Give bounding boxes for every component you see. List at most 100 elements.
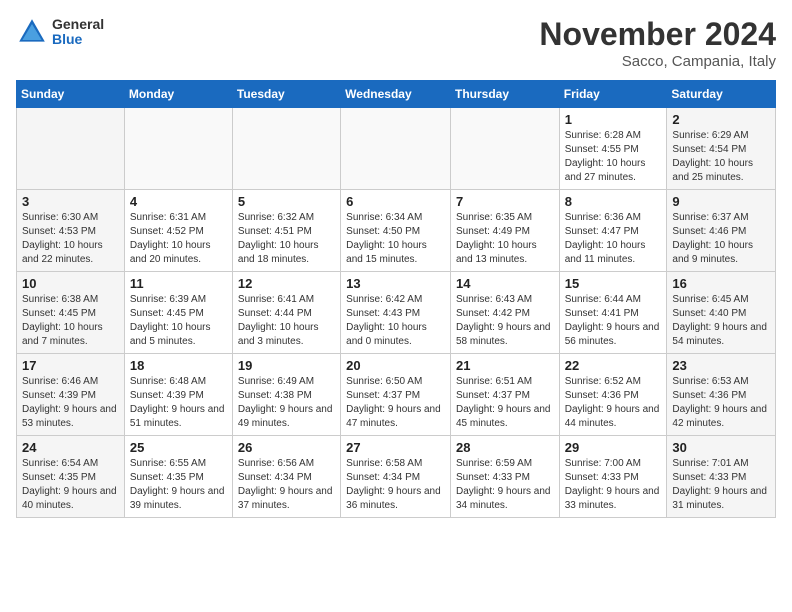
calendar-cell: 26 Sunrise: 6:56 AM Sunset: 4:34 PM Dayli… — [232, 436, 340, 518]
weekday-header-friday: Friday — [559, 81, 667, 108]
calendar-cell: 29 Sunrise: 7:00 AM Sunset: 4:33 PM Dayli… — [559, 436, 667, 518]
day-number: 22 — [565, 358, 662, 373]
weekday-header-tuesday: Tuesday — [232, 81, 340, 108]
day-number: 7 — [456, 194, 554, 209]
day-info: Sunrise: 6:41 AM Sunset: 4:44 PM Dayligh… — [238, 293, 335, 349]
day-number: 16 — [672, 276, 770, 291]
day-info: Sunrise: 6:50 AM Sunset: 4:37 PM Dayligh… — [346, 375, 445, 431]
calendar-cell: 1Sunrise: 6:28 AM Sunset: 4:55 PM Daylig… — [559, 108, 667, 190]
calendar-cell: 30 Sunrise: 7:01 AM Sunset: 4:33 PM Dayli… — [667, 436, 776, 518]
day-info: Sunrise: 6:56 AM Sunset: 4:34 PM Dayligh… — [238, 457, 335, 513]
calendar-cell: 27 Sunrise: 6:58 AM Sunset: 4:34 PM Dayli… — [341, 436, 451, 518]
day-number: 12 — [238, 276, 335, 291]
day-info: Sunrise: 6:39 AM Sunset: 4:45 PM Dayligh… — [130, 293, 227, 349]
calendar-week-1: 1Sunrise: 6:28 AM Sunset: 4:55 PM Daylig… — [17, 108, 776, 190]
day-info: Sunrise: 6:42 AM Sunset: 4:43 PM Dayligh… — [346, 293, 445, 349]
calendar-cell: 12 Sunrise: 6:41 AM Sunset: 4:44 PM Dayli… — [232, 272, 340, 354]
weekday-header-monday: Monday — [124, 81, 232, 108]
calendar-cell: 17 Sunrise: 6:46 AM Sunset: 4:39 PM Dayli… — [17, 354, 125, 436]
calendar-cell — [17, 108, 125, 190]
day-number: 17 — [22, 358, 119, 373]
day-number: 23 — [672, 358, 770, 373]
calendar-cell: 6 Sunrise: 6:34 AM Sunset: 4:50 PM Daylig… — [341, 190, 451, 272]
calendar-cell: 4 Sunrise: 6:31 AM Sunset: 4:52 PM Daylig… — [124, 190, 232, 272]
calendar-cell: 11 Sunrise: 6:39 AM Sunset: 4:45 PM Dayli… — [124, 272, 232, 354]
day-number: 29 — [565, 440, 662, 455]
day-number: 6 — [346, 194, 445, 209]
weekday-header-wednesday: Wednesday — [341, 81, 451, 108]
calendar-cell: 13 Sunrise: 6:42 AM Sunset: 4:43 PM Dayli… — [341, 272, 451, 354]
day-number: 11 — [130, 276, 227, 291]
calendar-cell: 14Sunrise: 6:43 AM Sunset: 4:42 PM Dayli… — [450, 272, 559, 354]
day-number: 3 — [22, 194, 119, 209]
day-number: 4 — [130, 194, 227, 209]
day-number: 24 — [22, 440, 119, 455]
calendar-cell: 3Sunrise: 6:30 AM Sunset: 4:53 PM Daylig… — [17, 190, 125, 272]
calendar-cell: 21Sunrise: 6:51 AM Sunset: 4:37 PM Dayli… — [450, 354, 559, 436]
day-number: 5 — [238, 194, 335, 209]
day-info: Sunrise: 6:34 AM Sunset: 4:50 PM Dayligh… — [346, 211, 445, 267]
day-info: Sunrise: 7:00 AM Sunset: 4:33 PM Dayligh… — [565, 457, 662, 513]
day-info: Sunrise: 6:54 AM Sunset: 4:35 PM Dayligh… — [22, 457, 119, 513]
location: Sacco, Campania, Italy — [539, 53, 776, 70]
title-area: November 2024 Sacco, Campania, Italy — [539, 16, 776, 70]
calendar-cell: 18Sunrise: 6:48 AM Sunset: 4:39 PM Dayli… — [124, 354, 232, 436]
day-number: 8 — [565, 194, 662, 209]
weekday-header-saturday: Saturday — [667, 81, 776, 108]
calendar-cell: 9Sunrise: 6:37 AM Sunset: 4:46 PM Daylig… — [667, 190, 776, 272]
logo-general-text: General — [52, 17, 104, 32]
calendar-header: SundayMondayTuesdayWednesdayThursdayFrid… — [17, 81, 776, 108]
day-info: Sunrise: 6:53 AM Sunset: 4:36 PM Dayligh… — [672, 375, 770, 431]
logo-blue-text: Blue — [52, 32, 104, 47]
calendar-week-4: 17 Sunrise: 6:46 AM Sunset: 4:39 PM Dayli… — [17, 354, 776, 436]
day-info: Sunrise: 6:31 AM Sunset: 4:52 PM Dayligh… — [130, 211, 227, 267]
calendar-cell — [341, 108, 451, 190]
day-info: Sunrise: 6:36 AM Sunset: 4:47 PM Dayligh… — [565, 211, 662, 267]
calendar-cell: 15 Sunrise: 6:44 AM Sunset: 4:41 PM Dayli… — [559, 272, 667, 354]
logo-icon — [16, 16, 48, 48]
day-number: 15 — [565, 276, 662, 291]
calendar-week-5: 24 Sunrise: 6:54 AM Sunset: 4:35 PM Dayli… — [17, 436, 776, 518]
day-info: Sunrise: 6:52 AM Sunset: 4:36 PM Dayligh… — [565, 375, 662, 431]
day-number: 21 — [456, 358, 554, 373]
calendar-cell: 24 Sunrise: 6:54 AM Sunset: 4:35 PM Dayli… — [17, 436, 125, 518]
logo-text: General Blue — [52, 17, 104, 48]
day-info: Sunrise: 6:29 AM Sunset: 4:54 PM Dayligh… — [672, 129, 770, 185]
day-info: Sunrise: 6:32 AM Sunset: 4:51 PM Dayligh… — [238, 211, 335, 267]
day-number: 30 — [672, 440, 770, 455]
calendar-cell: 20 Sunrise: 6:50 AM Sunset: 4:37 PM Dayli… — [341, 354, 451, 436]
day-info: Sunrise: 6:58 AM Sunset: 4:34 PM Dayligh… — [346, 457, 445, 513]
logo: General Blue — [16, 16, 104, 48]
day-number: 1 — [565, 112, 662, 127]
day-info: Sunrise: 6:37 AM Sunset: 4:46 PM Dayligh… — [672, 211, 770, 267]
day-info: Sunrise: 6:55 AM Sunset: 4:35 PM Dayligh… — [130, 457, 227, 513]
day-info: Sunrise: 7:01 AM Sunset: 4:33 PM Dayligh… — [672, 457, 770, 513]
day-info: Sunrise: 6:46 AM Sunset: 4:39 PM Dayligh… — [22, 375, 119, 431]
day-info: Sunrise: 6:45 AM Sunset: 4:40 PM Dayligh… — [672, 293, 770, 349]
weekday-header-sunday: Sunday — [17, 81, 125, 108]
calendar-cell — [232, 108, 340, 190]
day-number: 2 — [672, 112, 770, 127]
day-number: 14 — [456, 276, 554, 291]
calendar-cell: 22 Sunrise: 6:52 AM Sunset: 4:36 PM Dayli… — [559, 354, 667, 436]
day-number: 25 — [130, 440, 227, 455]
calendar-cell: 19Sunrise: 6:49 AM Sunset: 4:38 PM Dayli… — [232, 354, 340, 436]
day-number: 26 — [238, 440, 335, 455]
day-info: Sunrise: 6:59 AM Sunset: 4:33 PM Dayligh… — [456, 457, 554, 513]
day-number: 27 — [346, 440, 445, 455]
calendar-cell: 2 Sunrise: 6:29 AM Sunset: 4:54 PM Daylig… — [667, 108, 776, 190]
calendar-cell: 7Sunrise: 6:35 AM Sunset: 4:49 PM Daylig… — [450, 190, 559, 272]
month-title: November 2024 — [539, 16, 776, 53]
page-header: General Blue November 2024 Sacco, Campan… — [16, 16, 776, 70]
day-info: Sunrise: 6:44 AM Sunset: 4:41 PM Dayligh… — [565, 293, 662, 349]
calendar-cell: 28Sunrise: 6:59 AM Sunset: 4:33 PM Dayli… — [450, 436, 559, 518]
day-number: 13 — [346, 276, 445, 291]
calendar-cell: 5 Sunrise: 6:32 AM Sunset: 4:51 PM Daylig… — [232, 190, 340, 272]
calendar-cell — [450, 108, 559, 190]
day-info: Sunrise: 6:49 AM Sunset: 4:38 PM Dayligh… — [238, 375, 335, 431]
day-number: 20 — [346, 358, 445, 373]
calendar-cell — [124, 108, 232, 190]
calendar-cell: 8 Sunrise: 6:36 AM Sunset: 4:47 PM Daylig… — [559, 190, 667, 272]
weekday-header-thursday: Thursday — [450, 81, 559, 108]
calendar-cell: 25 Sunrise: 6:55 AM Sunset: 4:35 PM Dayli… — [124, 436, 232, 518]
